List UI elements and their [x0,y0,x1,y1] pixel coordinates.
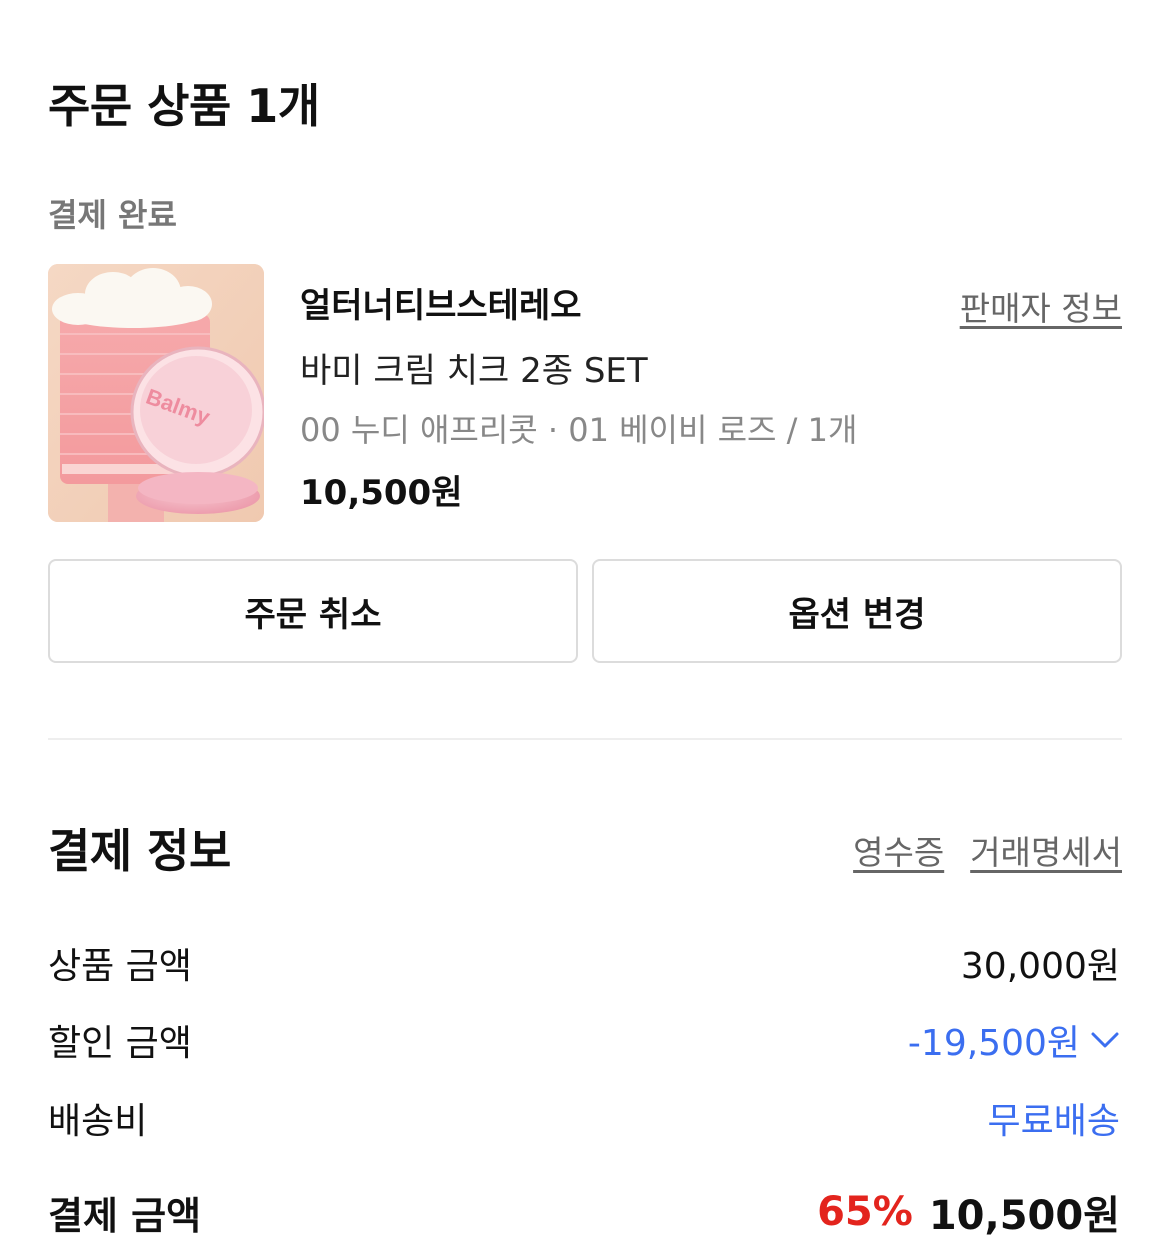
seller-info-link[interactable]: 판매자 정보 [960,282,1122,330]
product-price: 10,500원 [300,473,463,513]
shipping-fee-label: 배송비 [48,1101,148,1142]
change-option-button[interactable]: 옵션 변경 [592,559,1122,663]
discount-amount-label: 할인 금액 [48,1023,192,1064]
product-amount-label: 상품 금액 [48,946,192,987]
total-amount: 65% 10,500원 [817,1183,1120,1241]
product-name[interactable]: 바미 크림 치크 2종 SET [300,343,648,392]
product-amount-text: 30,000원 [960,946,1120,987]
discount-rate-badge: 65% [817,1189,913,1235]
payment-document-links: 영수증 거래명세서 [853,826,1122,874]
order-section-title: 주문 상품 1개 [48,79,320,133]
product-option: 00 누디 애프리콧 · 01 베이비 로즈 / 1개 [300,411,858,449]
order-status-label: 결제 완료 [48,196,177,234]
chevron-down-icon [1090,1030,1120,1050]
total-amount-label: 결제 금액 [48,1194,202,1238]
product-amount-value: 30,000원 [961,937,1120,989]
section-divider [48,738,1122,740]
shipping-fee-text: 무료배송 [987,1101,1120,1142]
product-thumbnail[interactable]: Balmy [48,264,264,522]
shipping-fee-value: 무료배송 [988,1092,1120,1144]
total-amount-value: 10,500원 [928,1193,1120,1239]
discount-amount-toggle[interactable]: -19,500원 [908,1014,1120,1066]
cancel-order-button[interactable]: 주문 취소 [48,559,578,663]
product-image: Balmy [48,264,264,522]
discount-amount-text: -19,500원 [907,1023,1080,1064]
receipt-link[interactable]: 영수증 [853,826,944,874]
seller-name[interactable]: 얼터너티브스테레오 [300,278,582,327]
payment-section-title: 결제 정보 [48,824,231,878]
statement-link[interactable]: 거래명세서 [970,826,1122,874]
